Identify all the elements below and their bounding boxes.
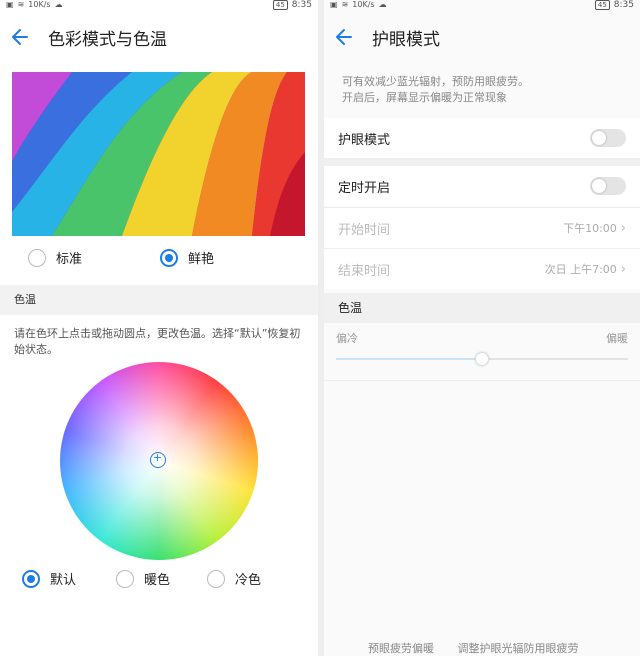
wifi-icon: ≋ — [341, 0, 349, 9]
notification-icon: ▣ — [6, 0, 14, 9]
chevron-right-icon: › — [620, 220, 626, 236]
temp-cool-label: 偏冷 — [336, 332, 358, 345]
battery-icon: 45 — [594, 0, 610, 10]
radio-icon — [116, 569, 134, 588]
color-wheel-handle[interactable] — [150, 451, 166, 468]
preset-cool-label: 冷色 — [235, 573, 262, 588]
notification-icon: ▣ — [330, 0, 338, 9]
eye-mode-toggle[interactable] — [590, 129, 626, 147]
color-mode-screen: ▣ ≋ 10K/s ☁ 45 8:35 色彩模式与色温 标准 鲜艳 色温 请在色… — [0, 0, 318, 656]
preset-default-label: 默认 — [50, 573, 77, 588]
temp-warm-label: 偏暖 — [606, 332, 628, 345]
cloud-icon: ☁ — [54, 0, 63, 9]
back-arrow-icon[interactable] — [334, 25, 358, 49]
page-title: 护眼模式 — [372, 29, 440, 50]
color-temp-description: 请在色环上点击或拖动圆点，更改色温。选择“默认”恢复初始状态。 — [14, 327, 301, 356]
network-speed: 10K/s — [28, 0, 51, 9]
back-arrow-icon[interactable] — [10, 25, 34, 49]
page-title: 色彩模式与色温 — [48, 29, 167, 50]
eye-mode-description: 可有效减少蓝光辐射，预防用眼疲劳。 开启后，屏幕显示偏暖为正常现象 — [342, 74, 628, 106]
temp-header: 色温 — [324, 293, 640, 323]
radio-selected-icon — [22, 569, 40, 588]
app-bar: 护眼模式 — [324, 12, 640, 62]
wifi-icon: ≋ — [17, 0, 25, 9]
start-time-row[interactable]: 开始时间 下午10:00 › — [324, 208, 640, 248]
preset-default-radio[interactable]: 默认 — [22, 569, 76, 588]
radio-icon — [207, 569, 225, 588]
battery-icon: 45 — [272, 0, 288, 10]
vivid-preview-image — [12, 72, 305, 236]
status-bar: ▣ ≋ 10K/s ☁ 45 8:35 — [324, 0, 640, 12]
schedule-row[interactable]: 定时开启 — [324, 166, 640, 206]
start-time-value: 下午10:00 — [563, 222, 617, 235]
chevron-right-icon: › — [620, 261, 626, 277]
schedule-label: 定时开启 — [338, 180, 391, 196]
network-speed: 10K/s — [352, 0, 375, 9]
description-line: 开启后，屏幕显示偏暖为正常现象 — [342, 91, 507, 104]
mode-standard-label: 标准 — [56, 252, 83, 267]
mode-vivid-radio[interactable]: 鲜艳 — [160, 248, 214, 267]
status-bar: ▣ ≋ 10K/s ☁ 45 8:35 — [0, 0, 318, 12]
end-time-label: 结束时间 — [338, 263, 391, 279]
mode-vivid-label: 鲜艳 — [188, 252, 215, 267]
description-line: 可有效减少蓝光辐射，预防用眼疲劳。 — [342, 75, 529, 88]
schedule-toggle[interactable] — [590, 177, 626, 195]
temp-slider[interactable] — [336, 352, 628, 366]
end-time-value: 次日 上午7:00 — [544, 263, 617, 276]
temp-slider-handle[interactable] — [475, 352, 489, 366]
eye-mode-label: 护眼模式 — [338, 132, 391, 148]
clock: 8:35 — [291, 0, 312, 10]
temp-slider-fill — [336, 358, 482, 360]
app-bar: 色彩模式与色温 — [0, 12, 318, 62]
cloud-icon: ☁ — [378, 0, 387, 9]
start-time-label: 开始时间 — [338, 222, 391, 238]
clock: 8:35 — [613, 0, 634, 10]
eye-mode-row[interactable]: 护眼模式 — [324, 118, 640, 158]
section-gap — [324, 158, 640, 166]
divider — [324, 380, 640, 381]
display-mode-options: 标准 鲜艳 — [0, 246, 318, 272]
bottom-hint: 预眼疲劳偏暖 调整护眼光辐防用眼疲劳 — [324, 640, 640, 656]
radio-selected-icon — [160, 248, 178, 267]
temp-slider-labels: 偏冷 偏暖 — [336, 330, 628, 346]
preset-warm-radio[interactable]: 暖色 — [116, 569, 170, 588]
color-temp-header: 色温 — [0, 285, 318, 315]
end-time-row[interactable]: 结束时间 次日 上午7:00 › — [324, 249, 640, 289]
eye-comfort-screen: ▣ ≋ 10K/s ☁ 45 8:35 护眼模式 可有效减少蓝光辐射，预防用眼疲… — [324, 0, 640, 656]
preset-cool-radio[interactable]: 冷色 — [207, 569, 261, 588]
mode-standard-radio[interactable]: 标准 — [28, 248, 82, 267]
hint-text: 调整护眼光辐防用眼疲劳 — [457, 642, 579, 655]
radio-icon — [28, 248, 46, 267]
preset-warm-label: 暖色 — [144, 573, 171, 588]
hint-text: 预眼疲劳偏暖 — [368, 642, 434, 655]
